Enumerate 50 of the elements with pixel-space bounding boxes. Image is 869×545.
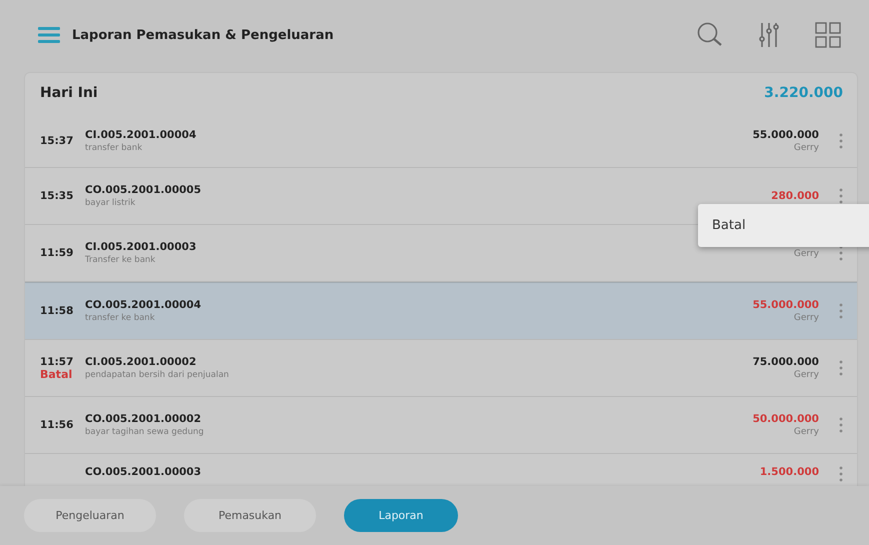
more-icon[interactable] xyxy=(839,466,843,482)
person-name: Gerry xyxy=(794,427,819,437)
transaction-row[interactable]: 11:58 CO.005.2001.00004 transfer ke bank 55.000.000 Gerry xyxy=(25,282,857,340)
more-icon[interactable] xyxy=(839,417,843,433)
transaction-note: pendapatan bersih dari penjualan xyxy=(85,370,230,380)
more-icon[interactable] xyxy=(839,133,843,149)
grid-icon[interactable] xyxy=(815,22,841,48)
transaction-code: CI.005.2001.00002 xyxy=(85,356,198,368)
menu-icon[interactable] xyxy=(38,26,60,44)
transaction-row[interactable]: 11:56 CO.005.2001.00002 bayar tagihan sewa gedung 50.000.000 Gerry xyxy=(25,397,857,454)
amount-text: 75.000.000 xyxy=(752,356,819,368)
amount-text: 55.000.000 xyxy=(752,129,819,141)
tab-button[interactable]: Pemasukan xyxy=(184,499,316,532)
amount-text: 1.500.000 xyxy=(760,466,819,478)
person-name: Gerry xyxy=(794,370,819,380)
transaction-row[interactable]: 15:37 CI.005.2001.00004 transfer bank 55.000.000 Gerry xyxy=(25,115,857,168)
amount-text: 55.000.000 xyxy=(752,299,819,311)
time-text: 11:58 xyxy=(40,305,74,317)
transaction-code: CO.005.2001.00003 xyxy=(85,466,202,478)
sliders-icon[interactable] xyxy=(759,22,779,48)
transaction-code: CO.005.2001.00002 xyxy=(85,413,202,425)
more-icon[interactable] xyxy=(839,188,843,204)
transaction-code: CI.005.2001.00004 xyxy=(85,129,198,141)
time-text: 11:56 xyxy=(40,419,74,431)
page-title: Laporan Pemasukan & Pengeluaran xyxy=(72,28,334,42)
section-title: Hari Ini xyxy=(40,85,98,101)
time-text: 15:35 xyxy=(40,190,74,202)
person-name: Gerry xyxy=(794,143,819,153)
status-text: Batal xyxy=(40,368,74,380)
more-icon[interactable] xyxy=(839,360,843,376)
amount-text: 280.000 xyxy=(771,190,819,202)
time-text: 15:37 xyxy=(40,135,74,147)
transaction-note: transfer ke bank xyxy=(85,313,156,323)
more-icon[interactable] xyxy=(839,303,843,319)
transaction-note: bayar listrik xyxy=(85,198,136,208)
transaction-note: Transfer ke bank xyxy=(85,255,156,265)
transaction-row[interactable]: 11:57 Batal CI.005.2001.00002 pendapatan bersih dari penjualan 75.000.000 Gerry xyxy=(25,340,857,397)
time-text: 11:57 xyxy=(40,356,74,368)
section-total: 3.220.000 xyxy=(764,85,843,101)
transaction-code: CI.005.2001.00003 xyxy=(85,241,198,253)
search-icon[interactable] xyxy=(697,22,723,48)
tab-button[interactable]: Pengeluaran xyxy=(24,499,156,532)
time-text: 11:59 xyxy=(40,247,74,259)
transaction-code: CO.005.2001.00004 xyxy=(85,299,202,311)
transaction-note: bayar tagihan sewa gedung xyxy=(85,427,205,437)
person-name: Gerry xyxy=(794,313,819,323)
transaction-code: CO.005.2001.00005 xyxy=(85,184,202,196)
transaction-note: transfer bank xyxy=(85,143,144,153)
amount-text: 50.000.000 xyxy=(752,413,819,425)
person-name: Gerry xyxy=(794,249,819,259)
